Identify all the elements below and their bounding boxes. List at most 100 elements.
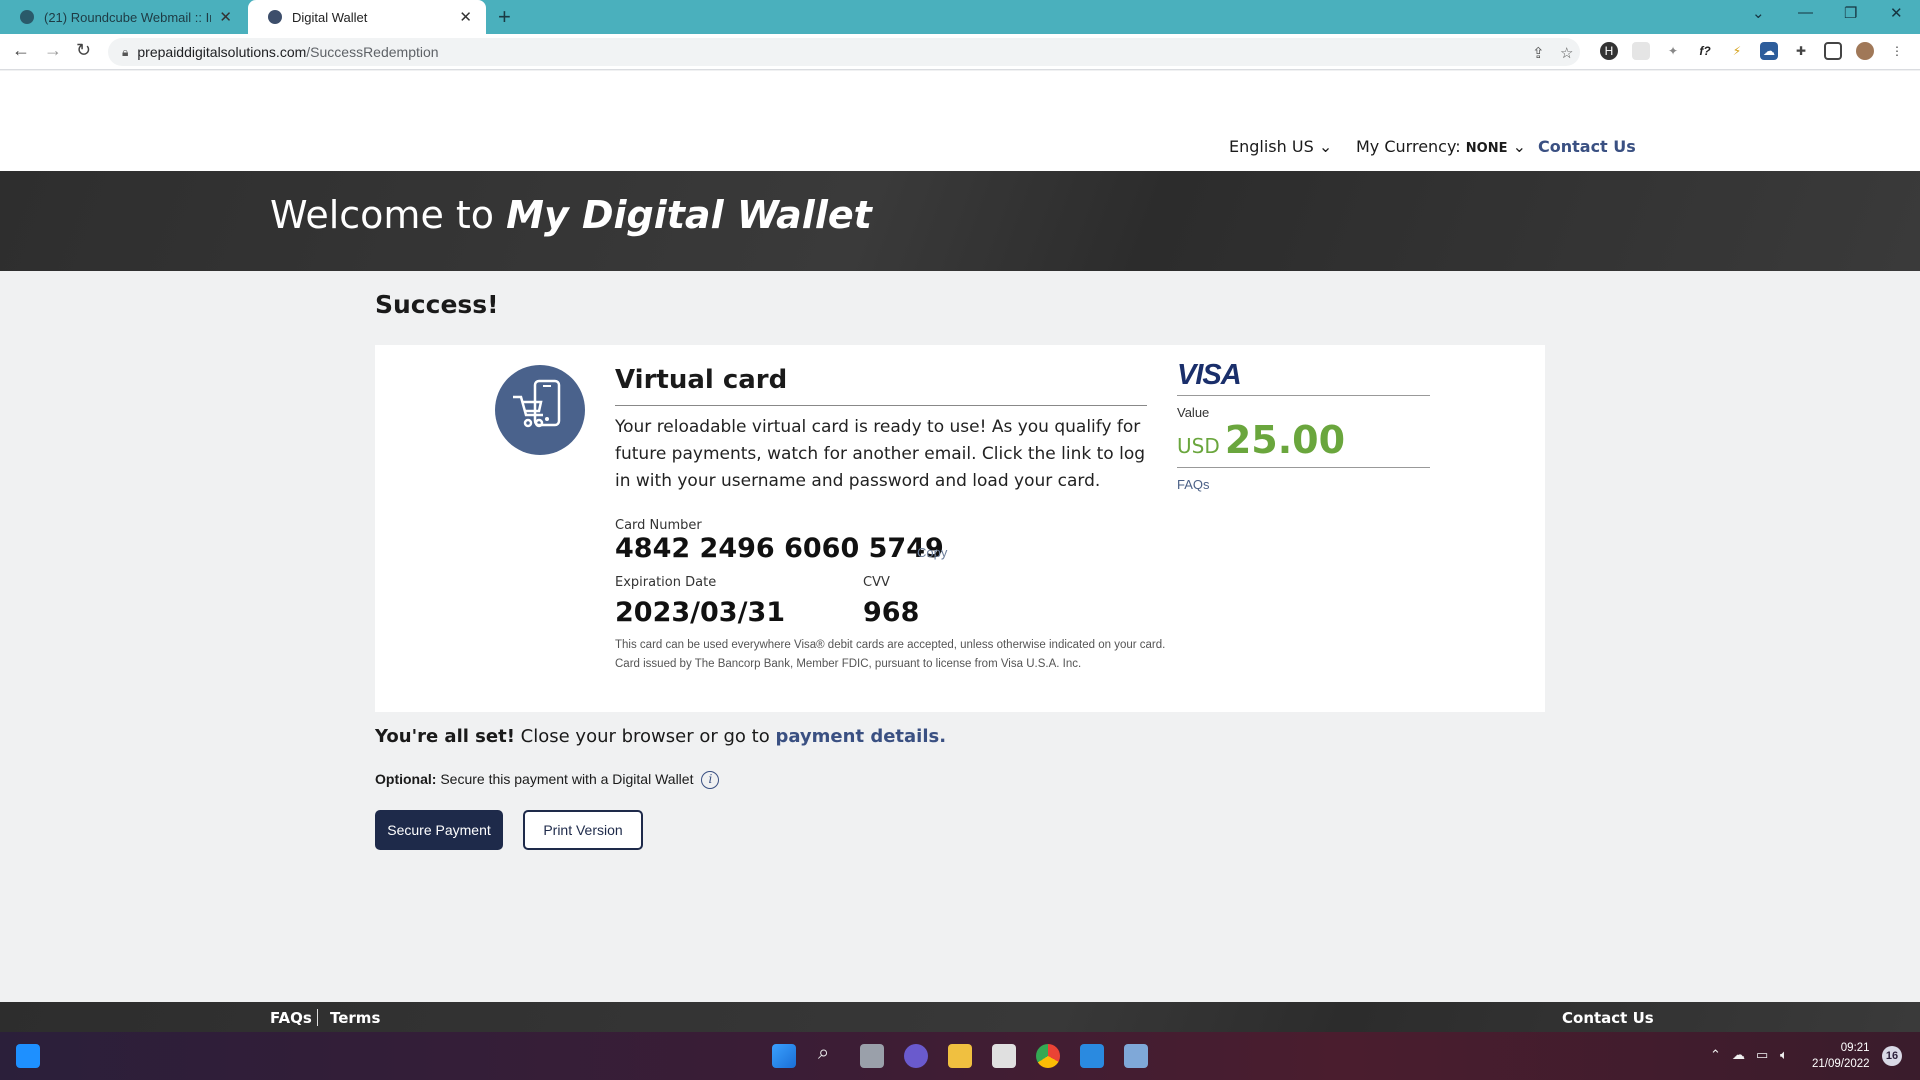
success-heading: Success!	[375, 290, 499, 319]
tab-roundcube[interactable]: (21) Roundcube Webmail :: Inbox ✕	[0, 0, 246, 34]
address-bar[interactable]: 🔒︎ prepaiddigitalsolutions.com/SuccessRe…	[108, 38, 1580, 66]
profile-avatar[interactable]	[1856, 42, 1874, 60]
value-divider-bottom	[1177, 467, 1430, 468]
forward-icon[interactable]: →	[44, 40, 62, 61]
store-icon[interactable]	[992, 1044, 1016, 1068]
file-explorer-icon[interactable]	[948, 1044, 972, 1068]
browser-toolbar: ← → ↻ 🔒︎ prepaiddigitalsolutions.com/Suc…	[0, 34, 1920, 70]
all-set-text: Close your browser or go to	[520, 726, 770, 747]
roundcube-favicon-icon	[20, 10, 34, 24]
chat-icon[interactable]	[904, 1044, 928, 1068]
extension-fx-icon[interactable]: f?	[1696, 42, 1714, 60]
vscode-icon[interactable]	[1080, 1044, 1104, 1068]
all-set-message: You're all set! Close your browser or go…	[375, 726, 946, 747]
url-path: /SuccessRedemption	[306, 44, 439, 60]
footer-separator	[317, 1009, 318, 1026]
reload-icon[interactable]: ↻	[76, 40, 91, 61]
tray-chevron-up-icon[interactable]: ⌃	[1710, 1047, 1721, 1063]
card-number-label: Card Number	[615, 518, 702, 533]
expiration-date: 2023/03/31	[615, 597, 786, 628]
currency-value: NONE	[1465, 141, 1508, 156]
visa-logo: VISA	[1177, 359, 1242, 391]
currency-code: USD	[1177, 434, 1220, 458]
card-number: 4842 2496 6060 5749	[615, 533, 944, 564]
optional-wallet-note: Optional: Secure this payment with a Dig…	[375, 771, 720, 790]
tab-digital-wallet[interactable]: Digital Wallet ✕	[248, 0, 486, 34]
secure-payment-button[interactable]: Secure Payment	[375, 810, 503, 850]
card-value: USD 25.00	[1177, 418, 1345, 462]
footer-contact-link[interactable]: Contact Us	[1562, 1009, 1654, 1027]
cvv-value: 968	[863, 597, 920, 628]
lock-icon[interactable]: 🔒︎	[122, 45, 128, 60]
header-contact-link[interactable]: Contact Us	[1538, 137, 1636, 156]
digital-wallet-favicon-icon	[268, 10, 282, 24]
os-taskbar: ⌕ ⌃ ☁ ▭ 🔈︎ 09:21 21/09/2022 16	[0, 1032, 1920, 1080]
clock-time: 09:21	[1840, 1042, 1870, 1054]
currency-selector[interactable]: My Currency: NONE ⌄	[1356, 137, 1526, 156]
share-icon[interactable]: ⇪	[1532, 44, 1545, 62]
welcome-banner: Welcome to My Digital Wallet	[0, 171, 1920, 271]
card-title: Virtual card	[615, 365, 788, 395]
faqs-link[interactable]: FAQs	[1177, 477, 1210, 492]
all-set-bold: You're all set!	[375, 726, 515, 747]
photos-icon[interactable]	[1124, 1044, 1148, 1068]
virtual-card-panel: Virtual card Your reloadable virtual car…	[375, 345, 1545, 712]
language-selector[interactable]: English US ⌄	[1229, 137, 1332, 156]
widgets-icon[interactable]	[16, 1044, 40, 1068]
browser-tab-bar: (21) Roundcube Webmail :: Inbox ✕ Digita…	[0, 0, 1920, 34]
card-disclaimer: This card can be used everywhere Visa® d…	[615, 639, 1166, 670]
language-label: English US	[1229, 137, 1314, 156]
restore-icon[interactable]: ❐	[1844, 4, 1857, 22]
shopping-cart-phone-icon	[495, 365, 585, 455]
copy-card-number-link[interactable]: Copy	[917, 545, 947, 560]
extension-bolt-icon[interactable]: ⚡︎	[1728, 42, 1746, 60]
menu-kebab-icon[interactable]: ⋮	[1888, 42, 1906, 60]
extension-cloud-icon[interactable]: ☁	[1760, 42, 1778, 60]
close-tab-icon[interactable]: ✕	[459, 8, 472, 26]
minimize-icon[interactable]: —	[1798, 4, 1813, 21]
clock-date: 21/09/2022	[1812, 1058, 1870, 1070]
card-description: Your reloadable virtual card is ready to…	[615, 417, 1146, 491]
search-icon[interactable]: ⌕	[818, 1042, 829, 1065]
title-divider	[615, 405, 1147, 406]
volume-muted-icon[interactable]: 🔈︎	[1780, 1047, 1788, 1063]
tab-search-icon[interactable]: ⌄	[1752, 4, 1765, 22]
cvv-label: CVV	[863, 575, 890, 590]
network-icon[interactable]: ▭	[1756, 1047, 1768, 1063]
page-title: Welcome to My Digital Wallet	[270, 193, 872, 237]
info-icon[interactable]: i	[701, 771, 720, 790]
extension-h-icon[interactable]: H	[1600, 42, 1618, 60]
new-tab-icon[interactable]: +	[498, 4, 511, 30]
bookmark-star-icon[interactable]: ☆	[1560, 44, 1573, 62]
onedrive-cloud-icon[interactable]: ☁	[1732, 1047, 1745, 1063]
extension-grid-icon[interactable]	[1632, 42, 1650, 60]
extension-sparkle-icon[interactable]: ✦	[1664, 42, 1682, 60]
print-version-button[interactable]: Print Version	[523, 810, 643, 850]
system-clock[interactable]: 09:21 21/09/2022	[1812, 1040, 1870, 1072]
notification-badge[interactable]: 16	[1882, 1046, 1902, 1066]
optional-text: Secure this payment with a Digital Walle…	[440, 771, 694, 787]
amount-value: 25.00	[1224, 418, 1346, 462]
footer-terms-link[interactable]: Terms	[330, 1009, 380, 1027]
site-header: English US ⌄ My Currency: NONE ⌄ Contact…	[0, 71, 1920, 171]
extensions-puzzle-icon[interactable]: ✚	[1792, 42, 1810, 60]
expiration-label: Expiration Date	[615, 575, 717, 590]
tab-title: Digital Wallet	[292, 9, 368, 25]
close-window-icon[interactable]: ✕	[1890, 4, 1903, 22]
value-divider-top	[1177, 395, 1430, 396]
side-panel-icon[interactable]	[1824, 42, 1842, 60]
chrome-icon[interactable]	[1036, 1044, 1060, 1068]
chevron-down-icon: ⌄	[1512, 137, 1526, 156]
tab-title: (21) Roundcube Webmail :: Inbox	[44, 9, 211, 25]
start-windows-icon[interactable]	[772, 1044, 796, 1068]
close-tab-icon[interactable]: ✕	[219, 8, 232, 26]
chevron-down-icon: ⌄	[1318, 137, 1333, 156]
currency-label: My Currency:	[1356, 137, 1461, 156]
welcome-text: Welcome to	[270, 193, 495, 237]
optional-bold: Optional:	[375, 771, 437, 787]
payment-details-link[interactable]: payment details.	[775, 726, 946, 747]
back-icon[interactable]: ←	[12, 40, 30, 61]
task-view-icon[interactable]	[860, 1044, 884, 1068]
site-footer: FAQs Terms Contact Us	[0, 1002, 1920, 1032]
footer-faqs-link[interactable]: FAQs	[270, 1009, 312, 1027]
